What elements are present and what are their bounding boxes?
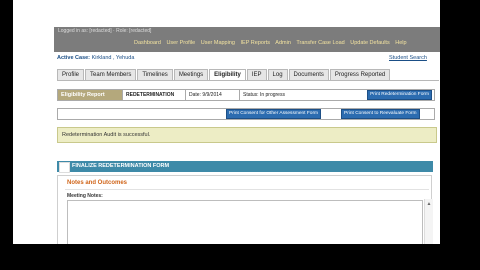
tab-divider (57, 80, 439, 81)
consent-forms-bar: Print Consent for Other Assessment Form … (57, 108, 435, 120)
print-consent-reevaluate-button[interactable]: Print Consent to Reevaluate Form (341, 109, 420, 119)
notes-outcomes-title: Notes and Outcomes (67, 180, 128, 186)
tab-progress-reported[interactable]: Progress Reported (329, 69, 391, 80)
user-info: Logged in as: [redacted] · Role: [redact… (58, 28, 152, 34)
print-consent-other-assessment-button[interactable]: Print Consent for Other Assessment Form (226, 109, 322, 119)
finalize-form-header[interactable]: FINALIZE REDETERMINATION FORM (57, 161, 433, 173)
eligibility-report-title: Eligibility Report (58, 90, 122, 100)
tab-iep[interactable]: IEP (246, 69, 267, 80)
notes-section: Notes and Outcomes Meeting Notes: (57, 175, 432, 244)
menu-help[interactable]: Help (395, 40, 406, 46)
eligibility-report-bar: Eligibility Report REDETERMINATION Date:… (57, 89, 435, 101)
active-case-label: Active Case: (57, 55, 91, 61)
app-page: Logged in as: [redacted] · Role: [redact… (13, 0, 440, 244)
menu-transfer-case-load[interactable]: Transfer Case Load (296, 40, 344, 46)
report-status: Status: In progress (239, 90, 307, 100)
report-type: REDETERMINATION (122, 90, 186, 100)
menu-iep-reports[interactable]: IEP Reports (241, 40, 271, 46)
finalize-form-title: FINALIZE REDETERMINATION FORM (72, 163, 170, 169)
tab-profile[interactable]: Profile (57, 69, 85, 80)
scroll-up-icon[interactable]: ▲ (425, 201, 433, 207)
top-navigation-bar: Logged in as: [redacted] · Role: [redact… (54, 27, 440, 52)
notes-scrollbar[interactable]: ▲ (424, 199, 433, 244)
collapse-toggle-icon[interactable] (59, 162, 70, 173)
active-case-name[interactable]: Kirkland , Yehuda (92, 55, 135, 61)
active-case: Active Case: Kirkland , Yehuda (57, 55, 134, 61)
menu-admin[interactable]: Admin (275, 40, 291, 46)
tab-timelines[interactable]: Timelines (137, 69, 173, 80)
menu-user-mapping[interactable]: User Mapping (201, 40, 235, 46)
tab-eligibility[interactable]: Eligibility (209, 69, 246, 80)
print-redetermination-button[interactable]: Print Redetermination Form (367, 90, 432, 100)
case-tabs: Profile Team Members Timelines Meetings … (57, 69, 391, 80)
menu-dashboard[interactable]: Dashboard (134, 40, 161, 46)
meeting-notes-label: Meeting Notes: (67, 193, 103, 199)
student-search-link[interactable]: Student Search (389, 55, 427, 61)
tab-log[interactable]: Log (267, 69, 288, 80)
report-date: Date: 9/9/2014 (185, 90, 239, 100)
top-menu: Dashboard User Profile User Mapping IEP … (134, 40, 411, 46)
menu-update-defaults[interactable]: Update Defaults (350, 40, 389, 46)
success-message: Redetermination Audit is successful. (57, 127, 437, 143)
tab-documents[interactable]: Documents (288, 69, 329, 80)
tab-meetings[interactable]: Meetings (173, 69, 209, 80)
tab-team-members[interactable]: Team Members (85, 69, 137, 80)
meeting-notes-input[interactable] (67, 200, 423, 244)
menu-user-profile[interactable]: User Profile (166, 40, 195, 46)
notes-divider (65, 189, 429, 190)
